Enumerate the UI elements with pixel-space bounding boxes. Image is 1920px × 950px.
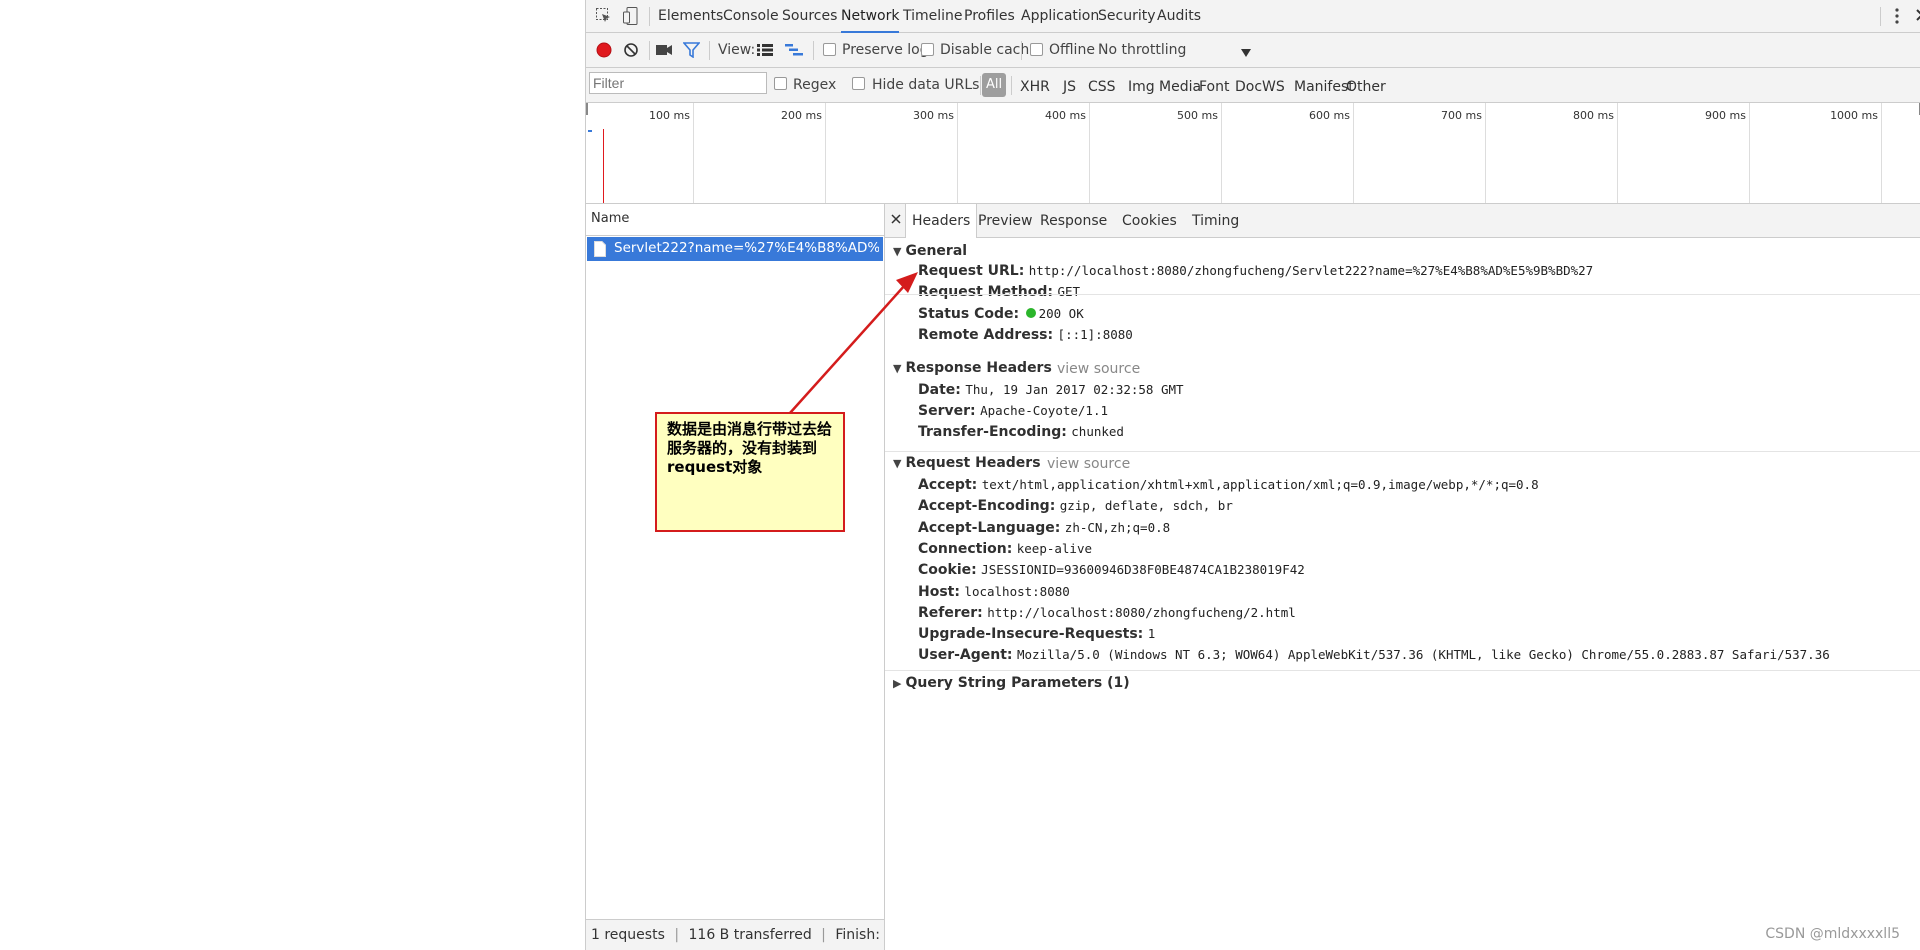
watermark: CSDN @mldxxxxll5 [1765,926,1900,942]
annotation-callout: 数据是由消息行带过去给服务器的，没有封装到request对象 [655,412,845,532]
annotation-arrow [789,272,918,414]
